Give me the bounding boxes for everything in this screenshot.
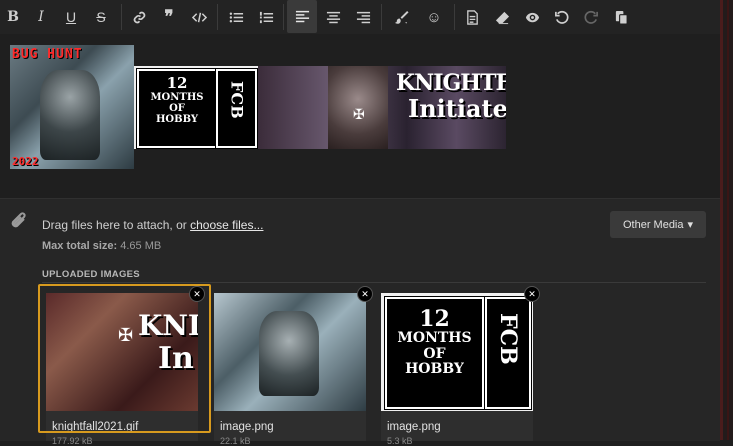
eraser-icon [495, 11, 509, 24]
preview-button[interactable] [519, 3, 545, 31]
months-number: 12 [419, 306, 450, 332]
attachment-filesize: 5.3 kB [387, 436, 413, 446]
knightfall-title: KNIGHTFALL [396, 70, 506, 96]
strikethrough-button[interactable]: S [88, 3, 114, 31]
bug-hunt-title: BUG HUNT [12, 47, 83, 62]
fcb-text: FCB [495, 313, 522, 365]
bullet-list-button[interactable] [223, 3, 249, 31]
drag-instructions: Drag files here to attach, or choose fil… [42, 218, 263, 232]
toggle-bbcode-button[interactable] [608, 3, 634, 31]
drag-text: Drag files here to attach, or [42, 218, 187, 232]
months-of: OF [169, 102, 185, 114]
undo-icon [554, 10, 569, 24]
bug-hunt-banner: BUG HUNT 2022 [10, 45, 134, 169]
toolbar-divider [381, 4, 382, 30]
remove-attachment-button[interactable]: ✕ [357, 286, 373, 302]
code-button[interactable] [186, 3, 212, 31]
knightfall-banner: ✠ KNIGHTFALL Initiate [258, 66, 506, 149]
redo-button[interactable] [578, 3, 604, 31]
attachment-thumbnail[interactable]: 12 MONTHS OF HOBBY FCB image.png 5.3 kB … [381, 286, 540, 446]
text-style-button[interactable] [388, 3, 414, 31]
emoji-button[interactable]: ☺ [421, 3, 447, 31]
smiley-icon: ☺ [426, 8, 442, 26]
toolbar-divider [121, 4, 122, 30]
months-hobby: HOBBY [155, 113, 199, 125]
twelve-months-banner: 12 MONTHS OF HOBBY FCB [134, 66, 258, 149]
bug-hunt-year: 2022 [12, 155, 39, 168]
paintbrush-icon [394, 10, 409, 24]
attachment-filesize: 22.1 kB [220, 436, 251, 446]
link-icon [133, 11, 145, 23]
months-hobby: HOBBY [405, 360, 464, 377]
months-number: 12 [166, 74, 188, 92]
italic-button[interactable]: I [28, 3, 54, 31]
space-marine-figure [40, 70, 100, 160]
attachment-filename: image.png [220, 421, 274, 433]
quote-icon: ❞ [164, 7, 174, 26]
close-icon: ✕ [361, 288, 369, 299]
attachment-filename: image.png [387, 421, 441, 433]
attachment-image[interactable] [214, 293, 366, 411]
choose-files-link[interactable]: choose files... [190, 218, 263, 232]
code-icon [191, 12, 207, 22]
paste-icon [615, 10, 628, 25]
bold-button[interactable]: B [0, 3, 26, 31]
editor-toolbar: B I U S ❞ ☺ [0, 0, 720, 34]
fcb-text: FCB [227, 81, 247, 119]
document-icon [466, 9, 478, 25]
max-size-value: 4.65 MB [120, 240, 162, 252]
align-left-button[interactable] [287, 0, 317, 33]
months-box: 12 MONTHS OF HOBBY [384, 296, 485, 410]
space-marine-figure [259, 311, 319, 396]
toolbar-divider [283, 4, 284, 30]
close-icon: ✕ [528, 288, 536, 299]
remove-formatting-button[interactable] [489, 3, 515, 31]
months-word: MONTHS [397, 330, 472, 347]
months-of: OF [423, 345, 446, 362]
attachment-image[interactable]: 12 MONTHS OF HOBBY FCB [381, 293, 533, 411]
redo-icon [583, 10, 598, 24]
align-left-icon [295, 10, 309, 23]
toolbar-divider [454, 4, 455, 30]
uploaded-images-heading: UPLOADED IMAGES [42, 269, 140, 280]
caret-down-icon: ▾ [687, 219, 694, 231]
fcb-box: FCB [484, 296, 532, 410]
window-frame-edge [720, 0, 733, 440]
selected-attachment-outline [38, 284, 211, 433]
quote-button[interactable]: ❞ [156, 3, 182, 31]
paperclip-icon [8, 209, 30, 233]
toolbar-divider [217, 4, 218, 30]
months-word: MONTHS [150, 91, 204, 103]
months-box: 12 MONTHS OF HOBBY [136, 68, 218, 149]
max-size-label: Max total size: [42, 240, 118, 252]
align-right-button[interactable] [350, 3, 376, 31]
cross-icon: ✠ [353, 106, 365, 122]
other-media-button[interactable]: Other Media ▾ [610, 211, 706, 238]
underline-icon: U [65, 9, 77, 25]
undo-button[interactable] [548, 3, 574, 31]
fcb-box: FCB [215, 68, 258, 149]
align-center-icon [326, 11, 340, 23]
attachment-filesize: 177.92 kB [52, 436, 93, 446]
knightfall-subtitle: Initiate [408, 94, 506, 123]
italic-icon: I [38, 9, 44, 25]
align-center-button[interactable] [320, 3, 346, 31]
attachment-thumbnail[interactable]: image.png 22.1 kB ✕ [214, 286, 373, 446]
underline-button[interactable]: U [58, 3, 84, 31]
bold-icon: B [7, 9, 19, 25]
drafts-button[interactable] [459, 3, 485, 31]
link-button[interactable] [126, 3, 152, 31]
numbered-list-button[interactable] [253, 3, 279, 31]
eye-icon [525, 12, 539, 22]
bullet-list-icon [229, 12, 243, 22]
strikethrough-icon: S [96, 9, 106, 25]
remove-attachment-button[interactable]: ✕ [524, 286, 540, 302]
other-media-label: Other Media [622, 218, 684, 231]
align-right-icon [356, 11, 370, 23]
numbered-list-icon [259, 11, 273, 23]
max-size-info: Max total size: 4.65 MB [42, 240, 161, 252]
section-divider [42, 282, 706, 283]
